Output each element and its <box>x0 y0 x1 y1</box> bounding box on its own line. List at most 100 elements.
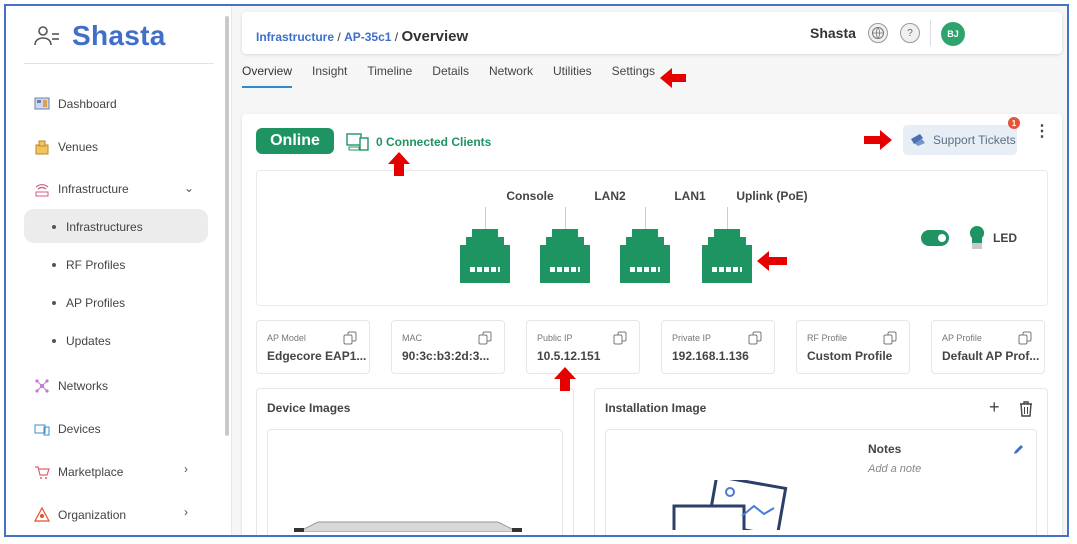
info-ap-model: AP Model Edgecore EAP1... <box>256 320 370 374</box>
port-label: Console <box>506 189 554 203</box>
notes-title: Notes <box>868 442 902 456</box>
sidebar-item-infrastructure[interactable]: Infrastructure <box>34 181 129 197</box>
sidebar-item-label: Networks <box>58 379 109 393</box>
info-key: Public IP <box>537 333 573 343</box>
copy-icon[interactable] <box>613 331 627 345</box>
info-key: RF Profile <box>807 333 848 343</box>
globe-icon[interactable] <box>868 23 888 43</box>
led-label: LED <box>993 231 1017 245</box>
tab-timeline[interactable]: Timeline <box>367 64 412 88</box>
annotation-arrow-left <box>757 251 787 271</box>
copy-icon[interactable] <box>883 331 897 345</box>
venues-icon <box>35 140 49 155</box>
copy-icon[interactable] <box>1018 331 1032 345</box>
devices-icon <box>34 424 50 436</box>
port-connector-line <box>727 207 728 229</box>
notification-badge: 1 <box>1008 117 1020 129</box>
help-icon[interactable]: ? <box>900 23 920 43</box>
more-options-icon[interactable]: ⋮ <box>1034 124 1050 140</box>
installation-image-panel: Installation Image + Notes Add a note <box>594 388 1048 535</box>
sidebar-sub-label: RF Profiles <box>66 258 126 272</box>
led-toggle[interactable] <box>921 230 949 246</box>
edit-pencil-icon[interactable] <box>1012 444 1024 456</box>
port-connector-line <box>485 207 486 229</box>
sidebar: Shasta Dashboard Venues Infrastructure ⌄… <box>6 6 224 535</box>
sidebar-sub-infrastructures[interactable]: Infrastructures <box>52 220 143 234</box>
status-badge: Online <box>256 128 334 154</box>
info-value: 90:3c:b3:2d:3... <box>402 349 490 363</box>
chevron-right-icon[interactable]: › <box>184 462 188 476</box>
device-image-frame[interactable] <box>267 429 563 535</box>
port-label: LAN1 <box>674 189 706 203</box>
tab-network[interactable]: Network <box>489 64 533 88</box>
bullet-icon <box>52 263 56 267</box>
breadcrumb: Infrastructure / AP-35c1 / Overview <box>256 28 468 45</box>
tenant-name[interactable]: Shasta <box>810 25 856 41</box>
sidebar-item-networks[interactable]: Networks <box>34 378 108 394</box>
sidebar-item-dashboard[interactable]: Dashboard <box>34 96 117 112</box>
info-key: AP Profile <box>942 333 982 343</box>
panel-title: Installation Image <box>605 401 707 415</box>
installation-image-frame[interactable]: Notes Add a note <box>605 429 1037 535</box>
sidebar-item-venues[interactable]: Venues <box>34 139 98 155</box>
dashboard-icon <box>34 97 50 110</box>
copy-icon[interactable] <box>478 331 492 345</box>
bullet-icon <box>52 339 56 343</box>
users-logo-icon <box>34 26 59 46</box>
led-bulb-icon <box>969 225 985 249</box>
tab-bar: Overview Insight Timeline Details Networ… <box>242 64 675 88</box>
info-private-ip: Private IP 192.168.1.136 <box>661 320 775 374</box>
breadcrumb-separator: / <box>337 30 341 44</box>
sidebar-sub-ap-profiles[interactable]: AP Profiles <box>52 296 125 310</box>
copy-icon[interactable] <box>748 331 762 345</box>
info-value: Custom Profile <box>807 349 893 363</box>
panel-title: Device Images <box>267 401 351 415</box>
info-key: AP Model <box>267 333 306 343</box>
device-photo-image <box>294 521 522 532</box>
info-value: 10.5.12.151 <box>537 349 601 363</box>
organization-icon <box>34 507 50 522</box>
notes-placeholder[interactable]: Add a note <box>868 463 921 475</box>
sidebar-scrollbar[interactable] <box>225 16 229 436</box>
trash-icon[interactable] <box>1019 401 1033 417</box>
sidebar-sub-rf-profiles[interactable]: RF Profiles <box>52 258 125 272</box>
info-ap-profile: AP Profile Default AP Prof... <box>931 320 1045 374</box>
connected-clients-link[interactable]: 0 Connected Clients <box>346 132 491 152</box>
copy-icon[interactable] <box>343 331 357 345</box>
support-tickets-button[interactable]: Support Tickets <box>903 125 1017 155</box>
support-tickets-label: Support Tickets <box>933 133 1016 147</box>
tab-details[interactable]: Details <box>432 64 469 88</box>
port-label: Uplink (PoE) <box>736 189 808 203</box>
chevron-down-icon[interactable]: ⌄ <box>184 181 194 195</box>
sidebar-item-label: Venues <box>58 140 99 154</box>
info-key: MAC <box>402 333 422 343</box>
tab-overview[interactable]: Overview <box>242 64 293 88</box>
avatar[interactable]: BJ <box>941 22 965 46</box>
app-frame: Shasta Dashboard Venues Infrastructure ⌄… <box>4 4 1069 537</box>
add-icon[interactable]: + <box>989 397 1000 418</box>
devices-icon <box>346 133 369 151</box>
port-label: LAN2 <box>594 189 626 203</box>
sidebar-item-devices[interactable]: Devices <box>34 421 101 437</box>
tab-utilities[interactable]: Utilities <box>553 64 592 88</box>
connected-clients-label: 0 Connected Clients <box>376 135 492 149</box>
breadcrumb-separator: / <box>394 30 399 44</box>
sidebar-item-organization[interactable]: Organization <box>34 507 126 523</box>
chevron-right-icon[interactable]: › <box>184 505 188 519</box>
app-logo[interactable]: Shasta <box>34 20 166 52</box>
info-key: Private IP <box>672 333 712 343</box>
networks-icon <box>35 379 49 393</box>
breadcrumb-ap[interactable]: AP-35c1 <box>344 30 391 44</box>
tab-insight[interactable]: Insight <box>312 64 347 88</box>
info-rf-profile: RF Profile Custom Profile <box>796 320 910 374</box>
annotation-arrow-left <box>660 68 686 88</box>
image-placeholder-icon <box>672 480 788 530</box>
breadcrumb-infrastructure[interactable]: Infrastructure <box>256 30 334 44</box>
tab-settings[interactable]: Settings <box>612 64 655 88</box>
ethernet-port-icon <box>540 229 590 283</box>
sidebar-item-marketplace[interactable]: Marketplace <box>34 464 123 480</box>
info-value: 192.168.1.136 <box>672 349 749 363</box>
sidebar-sub-updates[interactable]: Updates <box>52 334 111 348</box>
sidebar-item-label: Dashboard <box>58 97 117 111</box>
annotation-arrow-up <box>554 367 576 391</box>
